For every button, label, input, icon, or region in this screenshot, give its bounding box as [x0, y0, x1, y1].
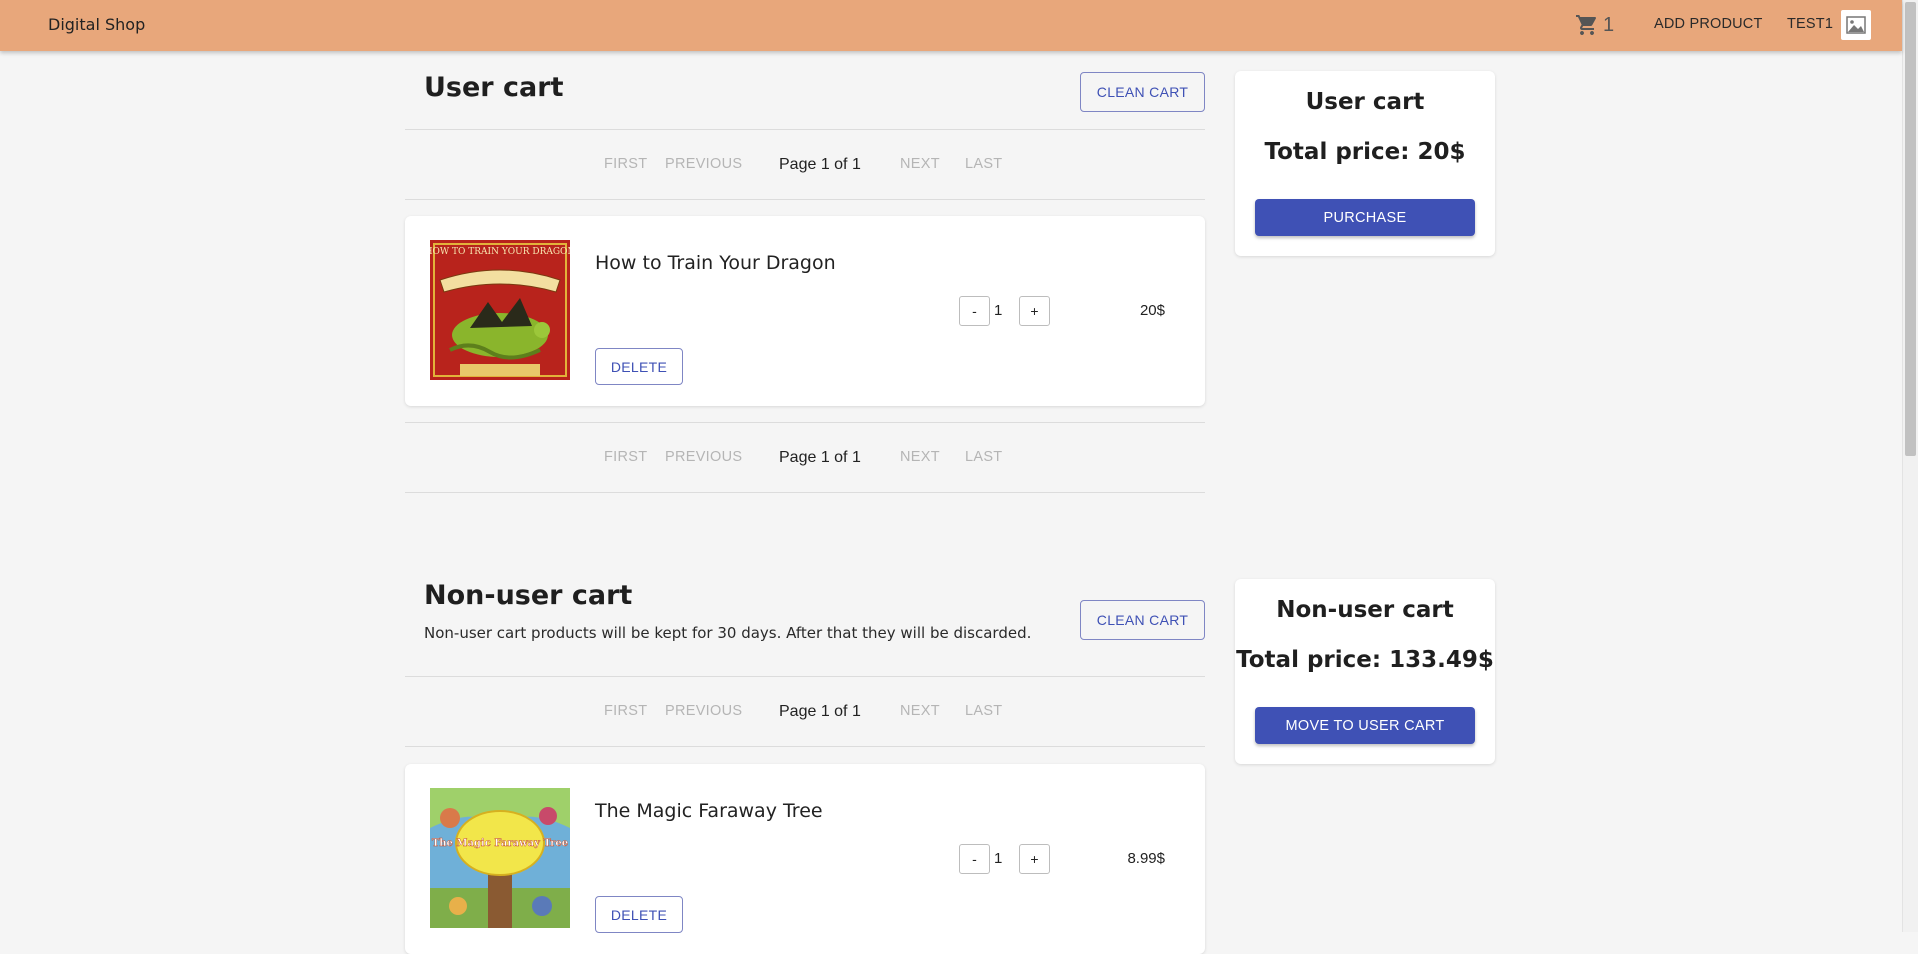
divider: [405, 422, 1205, 423]
delete-item-button[interactable]: DELETE: [595, 896, 683, 933]
pagination-previous-button[interactable]: PREVIOUS: [665, 156, 742, 172]
pagination-info: Page 1 of 1: [779, 449, 861, 466]
cart-item-card: The Magic Faraway Tree The Magic Faraway…: [405, 764, 1205, 954]
page-scrollbar[interactable]: [1902, 0, 1918, 932]
pagination-last-button[interactable]: LAST: [965, 156, 1002, 172]
pagination-info: Page 1 of 1: [779, 156, 861, 173]
pagination-next-button[interactable]: NEXT: [900, 449, 940, 465]
svg-text:The Magic Faraway Tree: The Magic Faraway Tree: [432, 838, 568, 849]
product-price: 8.99$: [1127, 850, 1165, 867]
quantity-value: 1: [994, 302, 1003, 319]
image-placeholder-icon: [1846, 16, 1866, 34]
book-cover-title: HOW TO TRAIN YOUR DRAGON: [430, 247, 570, 257]
cart-count-badge: 1: [1603, 13, 1615, 36]
pagination-first-button[interactable]: FIRST: [604, 449, 647, 465]
non-user-cart-pagination-top: FIRST PREVIOUS Page 1 of 1 NEXT LAST: [405, 703, 1205, 723]
delete-item-button[interactable]: DELETE: [595, 348, 683, 385]
increase-quantity-button[interactable]: +: [1019, 296, 1050, 326]
book-cover-title: The Magic Faraway Tree: [432, 838, 569, 849]
scrollbar-thumb[interactable]: [1905, 2, 1916, 456]
divider: [405, 492, 1205, 493]
move-to-user-cart-button[interactable]: MOVE TO USER CART: [1255, 707, 1475, 744]
summary-title: User cart: [1305, 89, 1425, 115]
pagination-next-button[interactable]: NEXT: [900, 703, 940, 719]
product-image[interactable]: HOW TO TRAIN YOUR DRAGON: [430, 240, 570, 380]
summary-total-price: Total price: 133.49$: [1236, 647, 1494, 673]
pagination-next-button[interactable]: NEXT: [900, 156, 940, 172]
app-bar: Digital Shop 1 ADD PRODUCT TEST1: [0, 0, 1902, 51]
book-cover-image: The Magic Faraway Tree: [430, 788, 570, 928]
non-user-cart-title: Non-user cart: [424, 580, 633, 611]
pagination-previous-button[interactable]: PREVIOUS: [665, 703, 742, 719]
product-name[interactable]: The Magic Faraway Tree: [595, 800, 823, 822]
pagination-previous-button[interactable]: PREVIOUS: [665, 449, 742, 465]
increase-quantity-button[interactable]: +: [1019, 844, 1050, 874]
user-cart-pagination-bottom: FIRST PREVIOUS Page 1 of 1 NEXT LAST: [405, 449, 1205, 469]
user-cart-summary-card: User cart Total price: 20$ PURCHASE: [1235, 71, 1495, 256]
summary-title: Non-user cart: [1276, 597, 1454, 623]
pagination-last-button[interactable]: LAST: [965, 703, 1002, 719]
book-cover-image: HOW TO TRAIN YOUR DRAGON: [430, 240, 570, 380]
pagination-info: Page 1 of 1: [779, 703, 861, 720]
product-image[interactable]: The Magic Faraway Tree: [430, 788, 570, 928]
decrease-quantity-button[interactable]: -: [959, 844, 990, 874]
divider: [405, 199, 1205, 200]
divider: [405, 746, 1205, 747]
user-cart-pagination-top: FIRST PREVIOUS Page 1 of 1 NEXT LAST: [405, 156, 1205, 176]
non-user-cart-description: Non-user cart products will be kept for …: [424, 624, 1032, 642]
user-menu-button[interactable]: TEST1: [1787, 0, 1833, 51]
cart-button[interactable]: 1: [1575, 12, 1614, 38]
pagination-first-button[interactable]: FIRST: [604, 156, 647, 172]
user-clean-cart-button[interactable]: CLEAN CART: [1080, 72, 1205, 112]
divider: [405, 129, 1205, 130]
product-price: 20$: [1139, 302, 1165, 319]
divider: [405, 676, 1205, 677]
avatar[interactable]: [1841, 10, 1871, 40]
product-name[interactable]: How to Train Your Dragon: [595, 252, 836, 274]
svg-text:HOW TO TRAIN YOUR DRAGON: HOW TO TRAIN YOUR DRAGON: [430, 247, 570, 257]
shopping-cart-icon: [1576, 15, 1597, 35]
brand-link[interactable]: Digital Shop: [48, 0, 145, 51]
non-user-cart-summary-card: Non-user cart Total price: 133.49$ MOVE …: [1235, 579, 1495, 764]
pagination-first-button[interactable]: FIRST: [604, 703, 647, 719]
non-user-clean-cart-button[interactable]: CLEAN CART: [1080, 600, 1205, 640]
user-cart-title: User cart: [424, 72, 564, 103]
purchase-button[interactable]: PURCHASE: [1255, 199, 1475, 236]
summary-total-price: Total price: 20$: [1264, 139, 1466, 165]
quantity-value: 1: [994, 850, 1003, 867]
cart-item-card: HOW TO TRAIN YOUR DRAGON How to Train Yo…: [405, 216, 1205, 406]
add-product-button[interactable]: ADD PRODUCT: [1654, 0, 1763, 51]
pagination-last-button[interactable]: LAST: [965, 449, 1002, 465]
decrease-quantity-button[interactable]: -: [959, 296, 990, 326]
